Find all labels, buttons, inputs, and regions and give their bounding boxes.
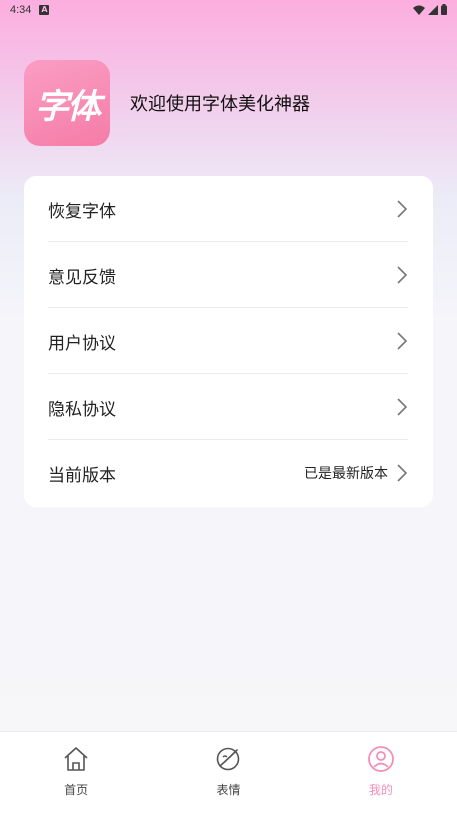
tab-label: 首页 bbox=[64, 783, 89, 797]
tab-emoji[interactable]: 表情 bbox=[152, 732, 304, 814]
bottom-tab-bar: 首页 表情 我的 bbox=[0, 731, 457, 814]
app-logo: 字体 bbox=[24, 60, 110, 146]
planet-icon bbox=[217, 747, 240, 771]
status-indicators bbox=[413, 4, 447, 15]
signal-icon bbox=[428, 4, 438, 15]
home-icon bbox=[64, 747, 88, 771]
menu-item-restore-font[interactable]: 恢复字体 bbox=[48, 176, 408, 242]
chevron-right-icon bbox=[397, 398, 408, 416]
status-bar: 4:34 A bbox=[0, 0, 457, 20]
menu-item-feedback[interactable]: 意见反馈 bbox=[48, 242, 408, 308]
status-time: 4:34 bbox=[10, 4, 32, 16]
menu-item-current-version[interactable]: 当前版本 已是最新版本 bbox=[48, 440, 408, 506]
tab-mine[interactable]: 我的 bbox=[305, 732, 457, 814]
menu-item-label: 恢复字体 bbox=[48, 201, 116, 222]
menu-item-privacy-agreement[interactable]: 隐私协议 bbox=[48, 374, 408, 440]
user-icon bbox=[367, 746, 394, 772]
menu-item-label: 当前版本 bbox=[48, 465, 116, 486]
welcome-text: 欢迎使用字体美化神器 bbox=[130, 94, 310, 115]
menu-item-label: 用户协议 bbox=[48, 333, 116, 354]
menu-item-label: 意见反馈 bbox=[48, 267, 116, 288]
wifi-icon bbox=[413, 5, 425, 15]
menu-card: 恢复字体 意见反馈 用户协议 隐私协议 当前版本 已是最新版本 bbox=[24, 176, 433, 507]
chevron-right-icon bbox=[397, 464, 408, 482]
menu-item-label: 隐私协议 bbox=[48, 399, 116, 420]
version-status: 已是最新版本 bbox=[304, 466, 388, 482]
chevron-right-icon bbox=[397, 200, 408, 218]
tab-label: 我的 bbox=[368, 783, 393, 797]
battery-icon bbox=[441, 4, 447, 15]
tab-label: 表情 bbox=[216, 783, 241, 797]
notification-icon: A bbox=[39, 5, 50, 15]
menu-item-user-agreement[interactable]: 用户协议 bbox=[48, 308, 408, 374]
tab-home[interactable]: 首页 bbox=[0, 732, 152, 814]
profile-header: 字体 欢迎使用字体美化神器 bbox=[24, 60, 434, 146]
chevron-right-icon bbox=[397, 266, 408, 284]
chevron-right-icon bbox=[397, 332, 408, 350]
